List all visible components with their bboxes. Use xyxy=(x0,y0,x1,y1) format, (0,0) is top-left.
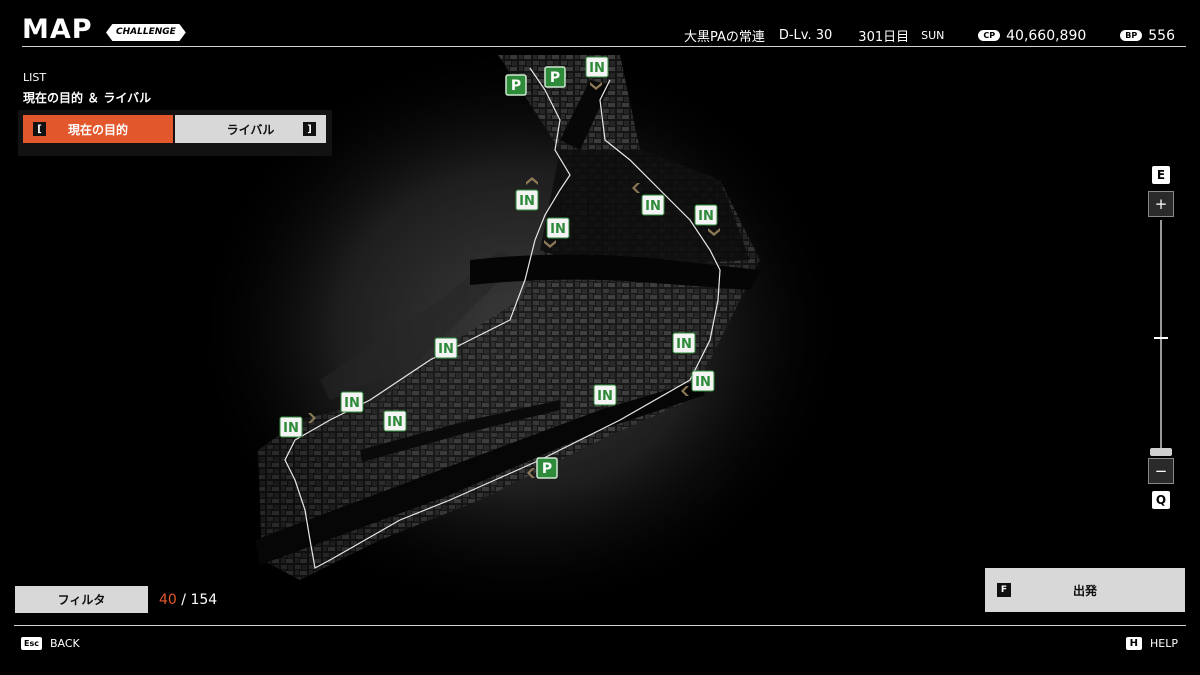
marker-label: P xyxy=(542,461,552,477)
bp-icon: BP xyxy=(1120,30,1143,41)
parking-marker-icon[interactable]: P xyxy=(544,66,566,88)
marker-label: IN xyxy=(344,396,360,411)
tab-rivals[interactable]: ライバル ] xyxy=(175,115,326,143)
mode-badge: CHALLENGE xyxy=(106,24,186,41)
parking-marker-icon[interactable]: P xyxy=(536,457,558,479)
marker-label: IN xyxy=(550,222,566,237)
zoom-slider-thumb[interactable] xyxy=(1150,448,1172,456)
marker-label: IN xyxy=(695,375,711,390)
parking-marker-icon[interactable]: P xyxy=(505,74,527,96)
marker-count-total: 154 xyxy=(190,592,218,608)
depart-button[interactable]: F 出発 xyxy=(985,568,1185,612)
zoom-out-key: Q xyxy=(1152,491,1170,509)
back-label: BACK xyxy=(49,637,80,650)
entrance-marker-icon[interactable]: IN xyxy=(383,410,407,432)
marker-label: IN xyxy=(387,415,403,430)
player-name: 大黒PAの常連 xyxy=(683,30,765,45)
entrance-marker-icon[interactable]: IN xyxy=(279,416,303,438)
left-bracket-key: [ xyxy=(33,122,46,136)
tab-label: ライバル xyxy=(226,122,275,137)
driver-level: D-Lv. 30 xyxy=(778,28,833,43)
tab-label: 現在の目的 xyxy=(67,122,128,137)
marker-label: IN xyxy=(438,342,454,357)
zoom-in-key: E xyxy=(1152,166,1170,184)
header-divider xyxy=(22,46,1186,47)
entrance-marker-icon[interactable]: IN xyxy=(515,189,539,211)
esc-key: Esc xyxy=(21,637,42,650)
entrance-marker-icon[interactable]: IN xyxy=(585,56,609,78)
marker-label: IN xyxy=(597,389,613,404)
marker-label: IN xyxy=(676,337,692,352)
entrance-marker-icon[interactable]: IN xyxy=(694,204,718,226)
entrance-marker-icon[interactable]: IN xyxy=(641,194,665,216)
depart-label: 出発 xyxy=(1072,583,1097,598)
back-button[interactable]: Esc BACK xyxy=(21,637,80,650)
footer-divider xyxy=(14,625,1186,626)
tab-current-objective[interactable]: [ 現在の目的 xyxy=(23,115,173,143)
right-bracket-key: ] xyxy=(303,122,316,136)
day-count: 301日目 xyxy=(858,30,910,45)
h-key: H xyxy=(1125,637,1143,650)
marker-count-separator: / xyxy=(181,592,186,608)
zoom-out-button[interactable]: − xyxy=(1148,458,1174,484)
cp-icon: CP xyxy=(978,30,1001,41)
depart-key: F xyxy=(997,583,1011,597)
entrance-marker-icon[interactable]: IN xyxy=(672,332,696,354)
entrance-marker-icon[interactable]: IN xyxy=(691,370,715,392)
entrance-marker-icon[interactable]: IN xyxy=(340,391,364,413)
list-tabs: [ 現在の目的 ライバル ] xyxy=(18,110,332,156)
marker-label: P xyxy=(550,70,560,86)
zoom-in-button[interactable]: + xyxy=(1148,191,1174,217)
entrance-marker-icon[interactable]: IN xyxy=(434,337,458,359)
page-title: MAP xyxy=(22,14,93,45)
marker-count: 40 / 154 xyxy=(159,592,217,608)
zoom-slider-tick xyxy=(1154,337,1168,339)
entrance-marker-icon[interactable]: IN xyxy=(593,384,617,406)
player-stats: 大黒PAの常連 D-Lv. 30 301日目 SUN CP 40,660,890… xyxy=(683,26,1175,46)
marker-label: IN xyxy=(519,194,535,209)
filter-button[interactable]: フィルタ xyxy=(15,586,148,613)
marker-label: IN xyxy=(698,209,714,224)
cp-value: 40,660,890 xyxy=(1006,27,1087,44)
list-label: LIST xyxy=(23,71,47,84)
marker-label: IN xyxy=(589,61,605,76)
weekday: SUN xyxy=(921,29,945,42)
help-label: HELP xyxy=(1150,637,1178,650)
marker-label: P xyxy=(511,78,521,94)
bp-value: 556 xyxy=(1148,27,1175,44)
marker-count-current: 40 xyxy=(159,592,177,608)
list-subtitle: 現在の目的 ＆ ライバル xyxy=(23,91,152,105)
entrance-marker-icon[interactable]: IN xyxy=(546,217,570,239)
help-button[interactable]: H HELP xyxy=(1125,637,1178,650)
marker-label: IN xyxy=(283,421,299,436)
marker-label: IN xyxy=(645,199,661,214)
